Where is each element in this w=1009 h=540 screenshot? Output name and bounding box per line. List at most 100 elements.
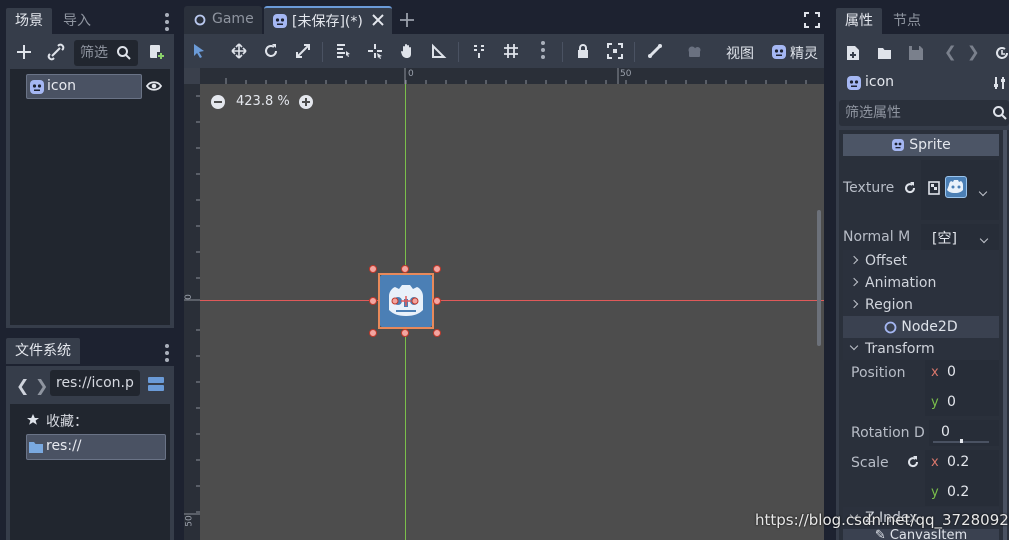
tab-inspector[interactable]: 属性 (836, 8, 882, 34)
tree-item-icon[interactable]: icon (26, 74, 142, 99)
new-tab-button[interactable] (398, 11, 416, 29)
class-header-node2d-label: Node2D (901, 319, 958, 335)
section-offset-label: Offset (865, 253, 908, 269)
add-node-button[interactable] (14, 42, 34, 62)
tab-node[interactable]: 节点 (884, 8, 930, 34)
split-view-icon[interactable] (147, 375, 165, 393)
section-region[interactable]: Region (843, 294, 999, 316)
history-back-icon[interactable]: ❮ (944, 43, 957, 61)
lock-icon (578, 44, 588, 58)
tab-scene[interactable]: 场景 (6, 8, 52, 34)
open-resource-button[interactable] (877, 46, 893, 60)
rotation-slider-grabber[interactable] (959, 439, 963, 443)
group-button[interactable] (602, 38, 628, 64)
list-select-button[interactable] (330, 38, 356, 64)
new-resource-button[interactable] (846, 45, 860, 61)
property-filter-input[interactable]: 筛选属性 (839, 100, 1009, 126)
history-forward-icon[interactable]: ❯ (967, 43, 980, 61)
section-offset[interactable]: Offset (843, 250, 999, 272)
grid-snap-button[interactable] (498, 38, 524, 64)
texture-thumbnail[interactable] (945, 176, 967, 198)
view-menu[interactable]: 视图 (726, 43, 754, 63)
select-mode-button[interactable] (186, 38, 212, 64)
snap-options-button[interactable] (530, 38, 556, 64)
rotate-icon (265, 44, 277, 57)
normal-map-value[interactable]: [空] (921, 224, 999, 250)
object-properties-icon[interactable] (993, 76, 1007, 90)
position-x-input[interactable]: 0 (947, 364, 956, 380)
file-item-res[interactable]: res:// (26, 434, 166, 460)
sprite-icon (771, 44, 787, 60)
close-icon[interactable] (372, 14, 384, 26)
chevron-down-icon[interactable] (978, 183, 988, 199)
ruler-corner (184, 68, 200, 84)
texture-label: Texture (843, 180, 895, 196)
scene-menu-icon[interactable] (165, 13, 169, 34)
filesystem-dock: 文件系统 ❮ ❯ res://icon.p 收藏： res:// (0, 332, 180, 540)
tab-game-label: Game (212, 11, 254, 27)
zoom-in-button[interactable] (299, 95, 313, 109)
canvas-viewport[interactable]: 0 50 0 50 423.8 % (184, 68, 824, 540)
history-icon[interactable] (994, 45, 1009, 61)
ruler-mode-button[interactable] (426, 38, 452, 64)
move-mode-button[interactable] (226, 38, 252, 64)
rotation-value-text: 0 (941, 424, 950, 440)
zoom-level[interactable]: 423.8 % (236, 94, 290, 109)
toolbar-separator (562, 42, 563, 62)
filesystem-menu-icon[interactable] (165, 344, 169, 365)
left-ruler-ticks (184, 95, 200, 515)
section-transform-label: Transform (865, 341, 935, 357)
skeleton-button[interactable] (642, 38, 668, 64)
pivot-mode-button[interactable] (362, 38, 388, 64)
instance-scene-button[interactable] (148, 43, 166, 61)
visibility-eye-icon[interactable] (146, 79, 162, 93)
section-animation[interactable]: Animation (843, 272, 999, 294)
favorites-label: 收藏： (46, 414, 88, 430)
tab-import[interactable]: 导入 (54, 8, 100, 34)
section-transform[interactable]: Transform (843, 338, 999, 360)
checker-edit-icon (928, 181, 942, 195)
link-button[interactable] (46, 42, 66, 62)
folder-icon (28, 440, 44, 454)
path-field[interactable]: res://icon.p (50, 370, 140, 396)
search-icon (992, 105, 1008, 121)
rotation-label: Rotation D (851, 425, 925, 441)
pencil-icon: ✎ (874, 529, 890, 540)
revert-icon[interactable] (906, 455, 920, 469)
rotate-mode-button[interactable] (258, 38, 284, 64)
inspector-scrollbar[interactable] (1003, 130, 1007, 540)
back-arrow-icon[interactable]: ❮ (16, 376, 29, 395)
rotation-value[interactable]: 0 (929, 420, 999, 446)
ruler-label-top-0: 0 (408, 69, 414, 79)
group-icon (607, 43, 623, 59)
forward-arrow-icon[interactable]: ❯ (35, 376, 48, 395)
revert-icon[interactable] (903, 181, 917, 195)
scale-label: Scale (851, 455, 889, 471)
scale-x-input[interactable]: 0.2 (947, 454, 969, 470)
sprite-icon (891, 138, 905, 152)
toolbar-separator (322, 42, 323, 62)
tab-unsaved-scene[interactable]: [未保存](*) (264, 6, 392, 34)
distraction-free-icon[interactable] (804, 12, 820, 28)
sprite-menu[interactable]: 精灵 (790, 43, 818, 63)
tab-game[interactable]: Game (184, 6, 262, 34)
scale-mode-button[interactable] (290, 38, 316, 64)
position-y-input[interactable]: 0 (947, 394, 956, 410)
x-axis-line (200, 300, 824, 301)
snap-toggle-button[interactable] (466, 38, 492, 64)
ruler-icon (432, 43, 447, 58)
selection-handles[interactable] (364, 260, 448, 344)
list-select-icon (337, 44, 350, 58)
save-resource-button[interactable] (908, 45, 924, 61)
tab-filesystem[interactable]: 文件系统 (6, 338, 80, 364)
lock-button[interactable] (570, 38, 596, 64)
snap-icon (474, 45, 484, 58)
camera-override-button[interactable] (682, 38, 708, 64)
pan-mode-button[interactable] (394, 38, 420, 64)
star-icon (26, 413, 40, 427)
scale-y-input[interactable]: 0.2 (947, 484, 969, 500)
zoom-out-button[interactable] (211, 95, 225, 109)
scene-tree (10, 69, 170, 325)
viewport-scrollbar[interactable] (817, 210, 821, 346)
normal-map-value-text: [空] (932, 231, 957, 247)
